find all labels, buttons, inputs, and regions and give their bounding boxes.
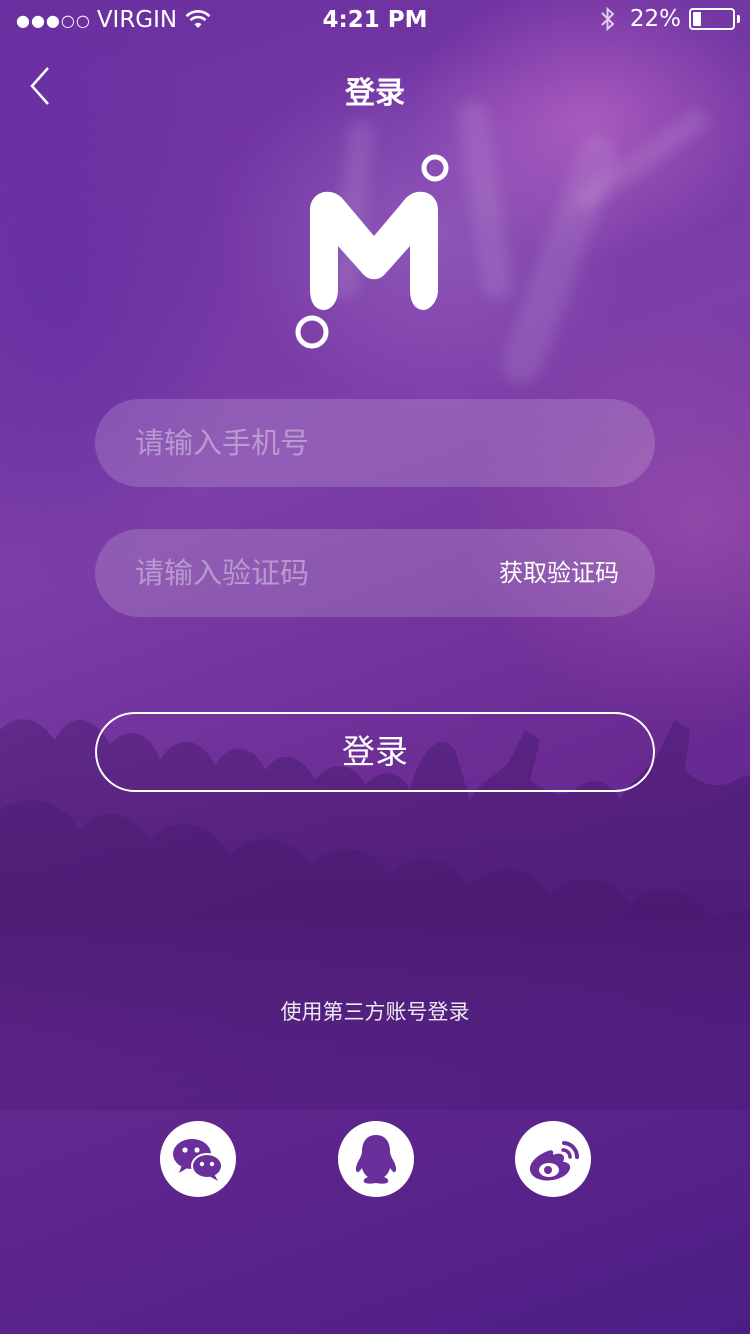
battery-tip bbox=[737, 15, 740, 23]
get-code-button[interactable]: 获取验证码 bbox=[499, 529, 619, 617]
phone-field bbox=[95, 399, 655, 487]
verification-code-field: 获取验证码 bbox=[95, 529, 655, 617]
wechat-icon bbox=[173, 1139, 223, 1181]
battery-percentage: 22% bbox=[629, 6, 681, 32]
third-party-login-label: 使用第三方账号登录 bbox=[280, 1000, 470, 1024]
m-logo-icon bbox=[295, 154, 449, 349]
wechat-login-button[interactable] bbox=[160, 1121, 236, 1197]
weibo-icon bbox=[529, 1141, 580, 1181]
bluetooth-icon bbox=[601, 6, 615, 32]
page-title: 登录 bbox=[345, 76, 405, 111]
verification-code-input[interactable] bbox=[135, 529, 475, 617]
weibo-login-button[interactable] bbox=[515, 1121, 591, 1197]
status-right: 22% bbox=[600, 6, 740, 32]
battery-level-fill bbox=[693, 12, 701, 26]
phone-input[interactable] bbox=[135, 399, 475, 487]
status-bar: ●●●○○ VIRGIN 4:21 PM 22% bbox=[0, 0, 750, 40]
login-button[interactable]: 登录 bbox=[95, 712, 655, 792]
battery-icon bbox=[689, 8, 735, 30]
qq-icon bbox=[355, 1135, 397, 1184]
qq-login-button[interactable] bbox=[338, 1121, 414, 1197]
